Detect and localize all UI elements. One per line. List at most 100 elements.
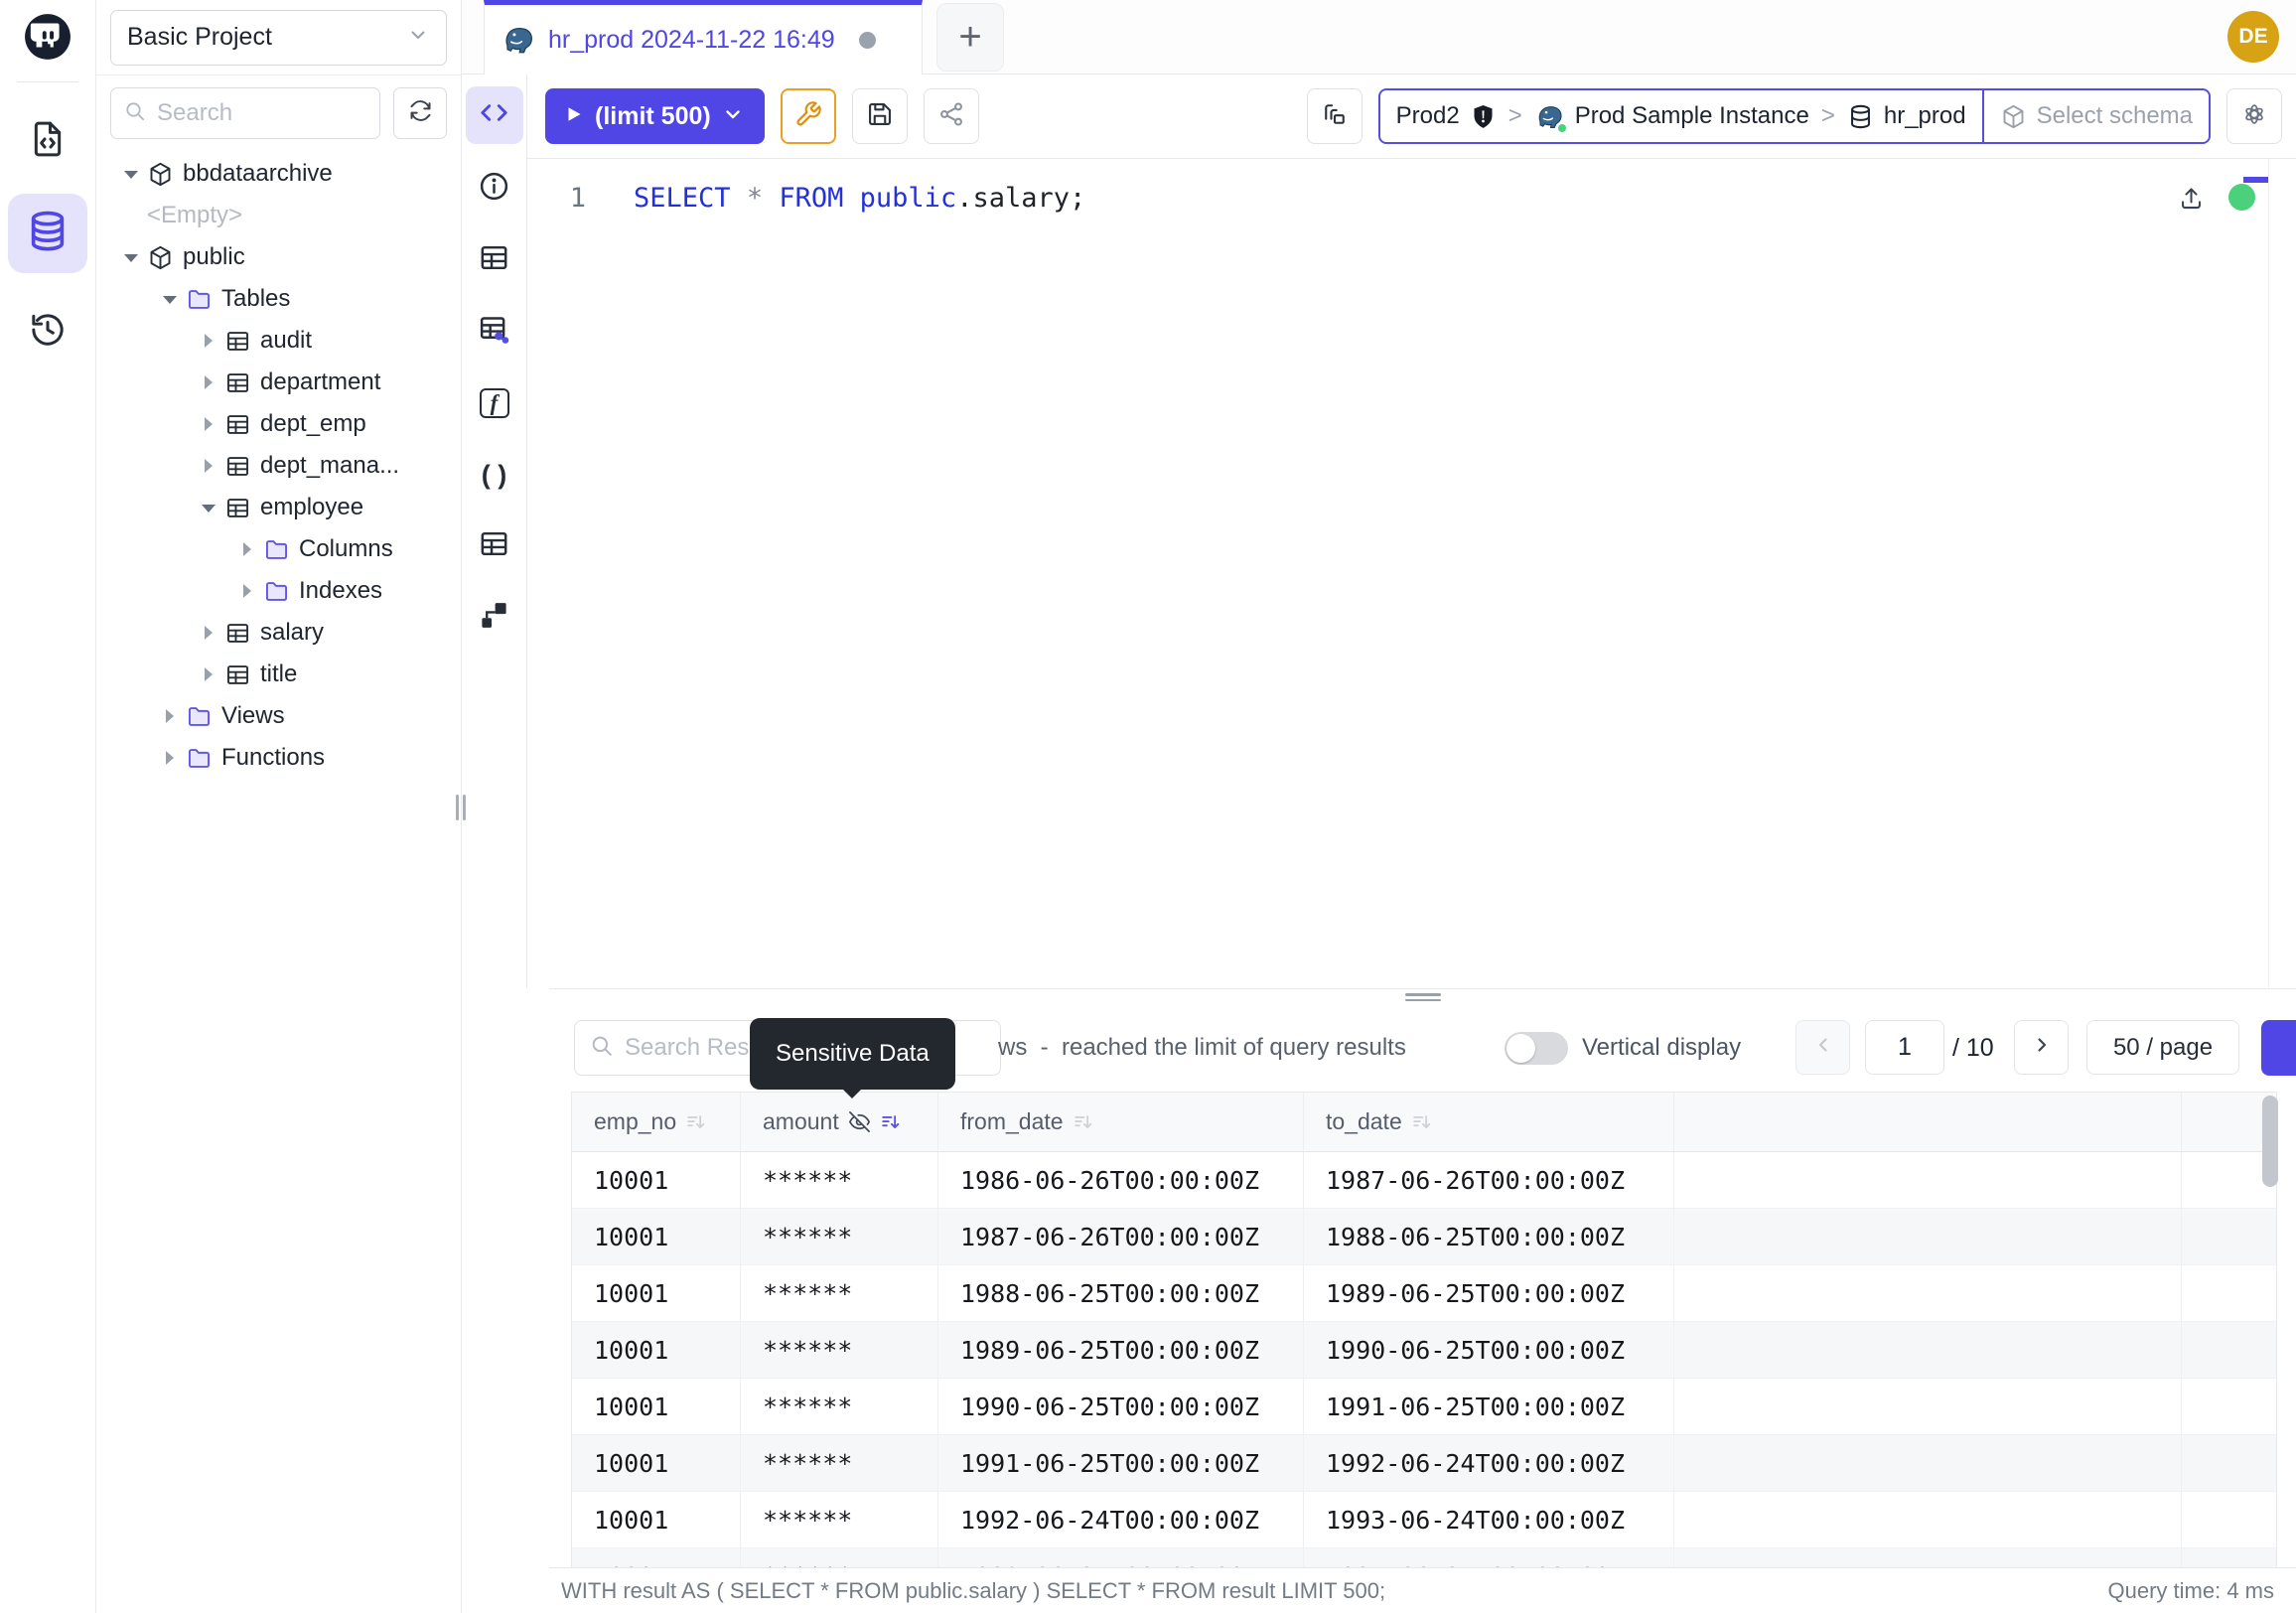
cell-emp_no[interactable]: 10001 <box>572 1548 741 1567</box>
avatar[interactable]: DE <box>2227 11 2279 63</box>
table-row[interactable]: 10001******1993-06-24T00:00:00Z1994-06-2… <box>572 1548 2276 1567</box>
caret-down-icon[interactable] <box>124 167 138 181</box>
cell-to_date[interactable]: 1987-06-26T00:00:00Z <box>1304 1152 1674 1209</box>
caret-right-icon[interactable] <box>202 334 215 348</box>
cell-emp_no[interactable]: 10001 <box>572 1152 741 1209</box>
cell-to_date[interactable]: 1988-06-25T00:00:00Z <box>1304 1209 1674 1265</box>
cell-amount[interactable]: ****** <box>741 1492 938 1548</box>
format-sql-button[interactable] <box>781 88 836 144</box>
caret-right-icon[interactable] <box>240 542 254 556</box>
editor-rail-external-tables-button[interactable] <box>466 517 523 575</box>
sort-icon[interactable] <box>1073 1111 1094 1133</box>
cell-amount[interactable]: ****** <box>741 1152 938 1209</box>
caret-right-icon[interactable] <box>163 751 177 765</box>
tree-item-functions[interactable]: Functions <box>96 737 461 779</box>
cell-from_date[interactable]: 1987-06-26T00:00:00Z <box>938 1209 1304 1265</box>
column-header-emp_no[interactable]: emp_no <box>572 1093 741 1151</box>
caret-down-icon[interactable] <box>124 250 138 264</box>
caret-right-icon[interactable] <box>202 417 215 431</box>
editor-rail-functions-button[interactable]: f <box>466 374 523 432</box>
panel-splitter[interactable] <box>549 988 2296 1004</box>
tree-item-columns[interactable]: Columns <box>96 528 461 570</box>
caret-right-icon[interactable] <box>202 375 215 389</box>
tree-item-title[interactable]: title <box>96 654 461 695</box>
cell-emp_no[interactable]: 10001 <box>572 1322 741 1379</box>
tree-item-public[interactable]: public <box>96 236 461 278</box>
cell-amount[interactable]: ****** <box>741 1379 938 1435</box>
cell-to_date[interactable]: 1993-06-24T00:00:00Z <box>1304 1492 1674 1548</box>
cell-from_date[interactable]: 1993-06-24T00:00:00Z <box>938 1548 1304 1567</box>
cell-amount[interactable]: ****** <box>741 1209 938 1265</box>
cell-from_date[interactable]: 1992-06-24T00:00:00Z <box>938 1492 1304 1548</box>
caret-down-icon[interactable] <box>163 292 177 306</box>
sidebar-search-box[interactable] <box>110 87 380 139</box>
cell-emp_no[interactable]: 10001 <box>572 1379 741 1435</box>
refresh-button[interactable] <box>393 87 447 139</box>
table-row[interactable]: 10001******1990-06-25T00:00:00Z1991-06-2… <box>572 1379 2276 1435</box>
caret-right-icon[interactable] <box>163 709 177 723</box>
sql-editor[interactable]: 1 SELECT * FROM public.salary; <box>527 159 2296 988</box>
cell-to_date[interactable]: 1989-06-25T00:00:00Z <box>1304 1265 1674 1322</box>
cell-emp_no[interactable]: 10001 <box>572 1435 741 1492</box>
schema-selector[interactable]: Select schema <box>1984 90 2209 142</box>
tree-item-employee[interactable]: employee <box>96 487 461 528</box>
run-query-button[interactable]: (limit 500) <box>545 88 765 144</box>
cell-amount[interactable]: ****** <box>741 1548 938 1567</box>
tree-item-department[interactable]: department <box>96 362 461 403</box>
upload-icon[interactable] <box>2178 185 2205 212</box>
editor-rail-er-diagram-button[interactable] <box>466 303 523 361</box>
results-scrollbar-thumb[interactable] <box>2262 1096 2278 1187</box>
connection-panel-button[interactable] <box>1307 88 1363 144</box>
tab-hr-prod[interactable]: hr_prod 2024-11-22 16:49 <box>484 0 923 74</box>
caret-right-icon[interactable] <box>202 459 215 473</box>
tree-item-bbdataarchive[interactable]: bbdataarchive <box>96 153 461 195</box>
editor-rail-code-button[interactable] <box>466 86 523 144</box>
cell-from_date[interactable]: 1986-06-26T00:00:00Z <box>938 1152 1304 1209</box>
table-row[interactable]: 10001******1988-06-25T00:00:00Z1989-06-2… <box>572 1265 2276 1322</box>
tree-item-views[interactable]: Views <box>96 695 461 737</box>
editor-rail-procedures-button[interactable]: ( ) <box>466 446 523 504</box>
rail-item-history[interactable] <box>19 303 76 361</box>
cell-from_date[interactable]: 1989-06-25T00:00:00Z <box>938 1322 1304 1379</box>
cell-amount[interactable]: ****** <box>741 1265 938 1322</box>
editor-rail-info-button[interactable] <box>466 160 523 218</box>
rail-item-worksheets[interactable] <box>19 112 76 170</box>
project-selector[interactable]: Basic Project <box>110 10 447 66</box>
tree-item-salary[interactable]: salary <box>96 612 461 654</box>
rail-item-databases[interactable] <box>8 194 87 273</box>
tree-item-dept-mana[interactable]: dept_mana... <box>96 445 461 487</box>
caret-right-icon[interactable] <box>202 667 215 681</box>
tree-item-indexes[interactable]: Indexes <box>96 570 461 612</box>
cell-from_date[interactable]: 1988-06-25T00:00:00Z <box>938 1265 1304 1322</box>
next-page-button[interactable] <box>2014 1020 2069 1075</box>
prev-page-button[interactable] <box>1795 1020 1850 1075</box>
sidebar-resize-handle[interactable] <box>455 790 467 825</box>
cell-to_date[interactable]: 1990-06-25T00:00:00Z <box>1304 1322 1674 1379</box>
cell-amount[interactable]: ****** <box>741 1322 938 1379</box>
new-tab-button[interactable]: + <box>936 3 1004 72</box>
export-button[interactable] <box>2261 1020 2296 1076</box>
cell-emp_no[interactable]: 10001 <box>572 1265 741 1322</box>
tree-item-empty[interactable]: <Empty> <box>96 195 461 236</box>
cell-emp_no[interactable]: 10001 <box>572 1492 741 1548</box>
cell-to_date[interactable]: 1994-06-24T00:00:00Z <box>1304 1548 1674 1567</box>
splitter-grip-icon[interactable] <box>1405 993 1441 1001</box>
vertical-display-toggle[interactable] <box>1505 1032 1568 1065</box>
page-size-select[interactable]: 50 / page <box>2086 1020 2239 1075</box>
cell-emp_no[interactable]: 10001 <box>572 1209 741 1265</box>
bytebase-logo-icon[interactable] <box>23 12 72 62</box>
column-header-to_date[interactable]: to_date <box>1304 1093 1674 1151</box>
table-row[interactable]: 10001******1989-06-25T00:00:00Z1990-06-2… <box>572 1322 2276 1379</box>
sort-icon[interactable] <box>880 1111 902 1133</box>
table-row[interactable]: 10001******1991-06-25T00:00:00Z1992-06-2… <box>572 1435 2276 1492</box>
cell-from_date[interactable]: 1990-06-25T00:00:00Z <box>938 1379 1304 1435</box>
cell-to_date[interactable]: 1992-06-24T00:00:00Z <box>1304 1435 1674 1492</box>
table-row[interactable]: 10001******1986-06-26T00:00:00Z1987-06-2… <box>572 1152 2276 1209</box>
tree-item-audit[interactable]: audit <box>96 320 461 362</box>
sidebar-search-input[interactable] <box>157 99 367 127</box>
caret-right-icon[interactable] <box>202 626 215 640</box>
share-button[interactable] <box>924 88 979 144</box>
cell-amount[interactable]: ****** <box>741 1435 938 1492</box>
editor-rail-schema-diagram-button[interactable] <box>466 589 523 647</box>
cell-from_date[interactable]: 1991-06-25T00:00:00Z <box>938 1435 1304 1492</box>
